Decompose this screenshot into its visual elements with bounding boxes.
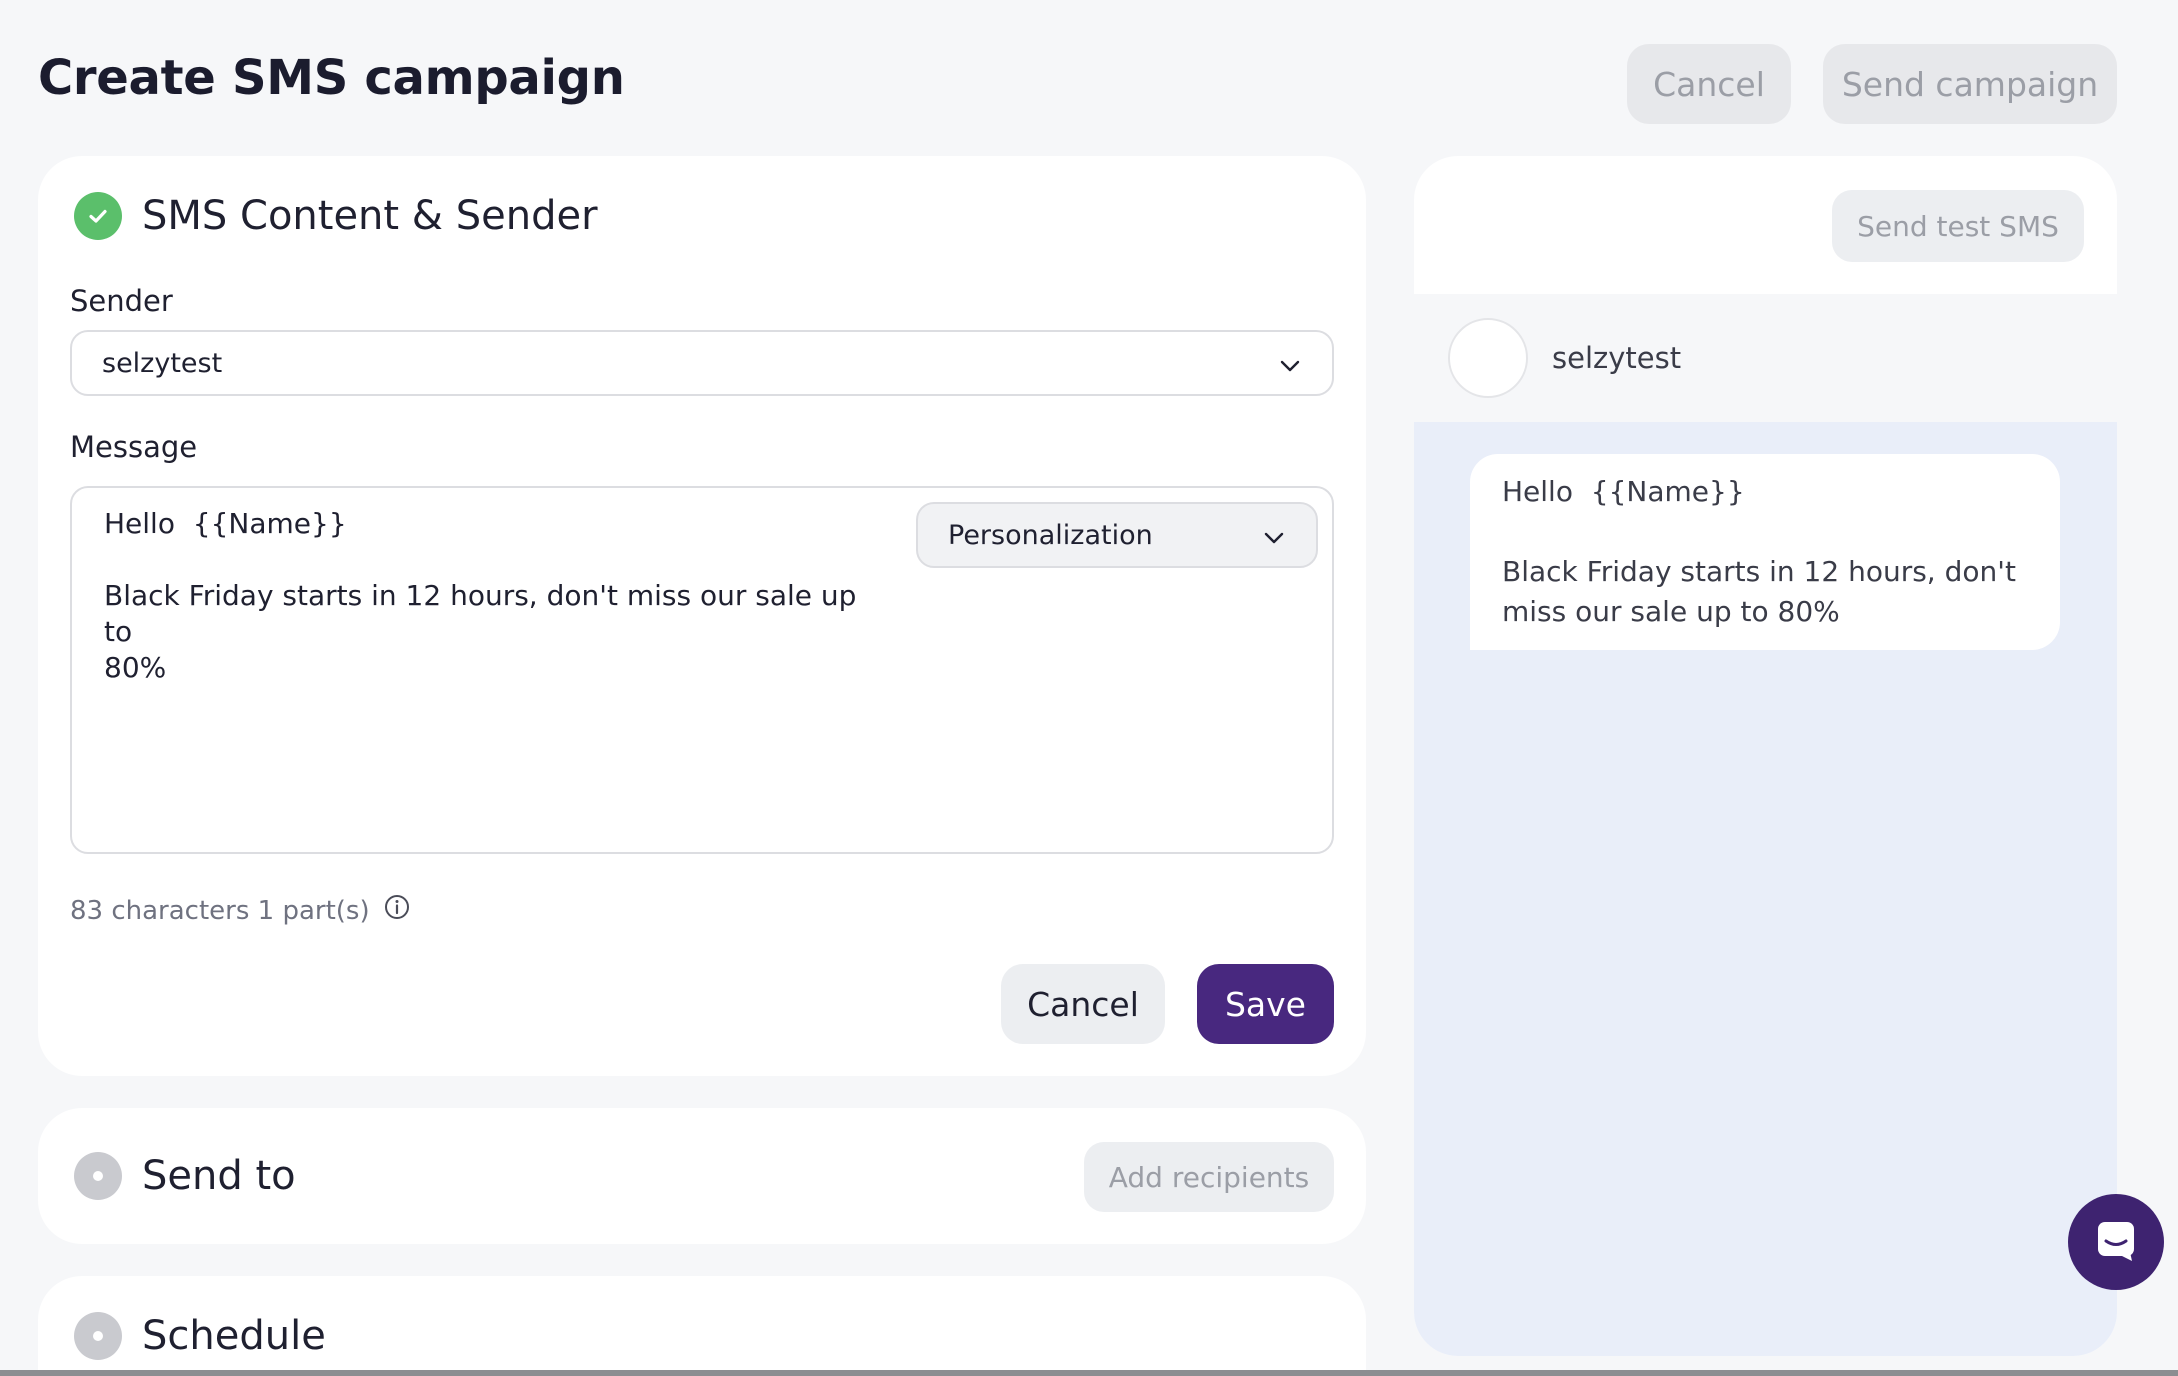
pending-step-icon bbox=[74, 1152, 122, 1200]
sender-label: Sender bbox=[70, 284, 173, 318]
personalization-label: Personalization bbox=[948, 519, 1153, 551]
sender-select[interactable]: selzytest bbox=[70, 330, 1334, 396]
check-circle-icon bbox=[74, 192, 122, 240]
message-text[interactable]: Hello {{Name}} Black Friday starts in 12… bbox=[104, 506, 864, 686]
chat-support-button[interactable] bbox=[2068, 1194, 2164, 1290]
avatar bbox=[1448, 318, 1528, 398]
section-title: Send to bbox=[142, 1153, 296, 1199]
message-bubble: Hello {{Name}} Black Friday starts in 12… bbox=[1470, 454, 2060, 650]
send-to-header: Send to bbox=[74, 1152, 296, 1200]
char-count-text: 83 characters 1 part(s) bbox=[70, 895, 370, 926]
send-to-card: Send to Add recipients bbox=[38, 1108, 1366, 1244]
chat-icon bbox=[2094, 1218, 2138, 1266]
preview-sender-name: selzytest bbox=[1552, 341, 1682, 375]
send-campaign-button[interactable]: Send campaign bbox=[1823, 44, 2117, 124]
chevron-down-icon bbox=[1262, 526, 1286, 557]
page: Create SMS campaign Cancel Send campaign… bbox=[0, 0, 2178, 1376]
window-bottom-edge bbox=[0, 1370, 2178, 1376]
preview-contact-bar: selzytest bbox=[1414, 294, 2117, 422]
info-icon[interactable] bbox=[384, 894, 410, 927]
message-textarea[interactable]: Hello {{Name}} Black Friday starts in 12… bbox=[70, 486, 1334, 854]
schedule-card: Schedule bbox=[38, 1276, 1366, 1376]
sender-value: selzytest bbox=[102, 347, 223, 379]
send-test-sms-button[interactable]: Send test SMS bbox=[1832, 190, 2084, 262]
save-button[interactable]: Save bbox=[1197, 964, 1334, 1044]
message-label: Message bbox=[70, 430, 198, 464]
sms-content-header: SMS Content & Sender bbox=[74, 192, 598, 240]
chevron-down-icon bbox=[1278, 354, 1302, 385]
schedule-header: Schedule bbox=[74, 1312, 326, 1360]
add-recipients-button[interactable]: Add recipients bbox=[1084, 1142, 1334, 1212]
sms-content-card: SMS Content & Sender Sender selzytest Me… bbox=[38, 156, 1366, 1076]
section-title: SMS Content & Sender bbox=[142, 193, 598, 239]
preview-chat-area: Hello {{Name}} Black Friday starts in 12… bbox=[1414, 422, 2117, 1356]
section-title: Schedule bbox=[142, 1313, 326, 1359]
sms-preview-panel: Send test SMS selzytest Hello {{Name}} B… bbox=[1414, 156, 2117, 1356]
page-title: Create SMS campaign bbox=[38, 50, 625, 106]
personalization-dropdown[interactable]: Personalization bbox=[916, 502, 1318, 568]
cancel-button[interactable]: Cancel bbox=[1001, 964, 1165, 1044]
header-cancel-button[interactable]: Cancel bbox=[1627, 44, 1791, 124]
pending-step-icon bbox=[74, 1312, 122, 1360]
character-counter: 83 characters 1 part(s) bbox=[70, 894, 410, 927]
